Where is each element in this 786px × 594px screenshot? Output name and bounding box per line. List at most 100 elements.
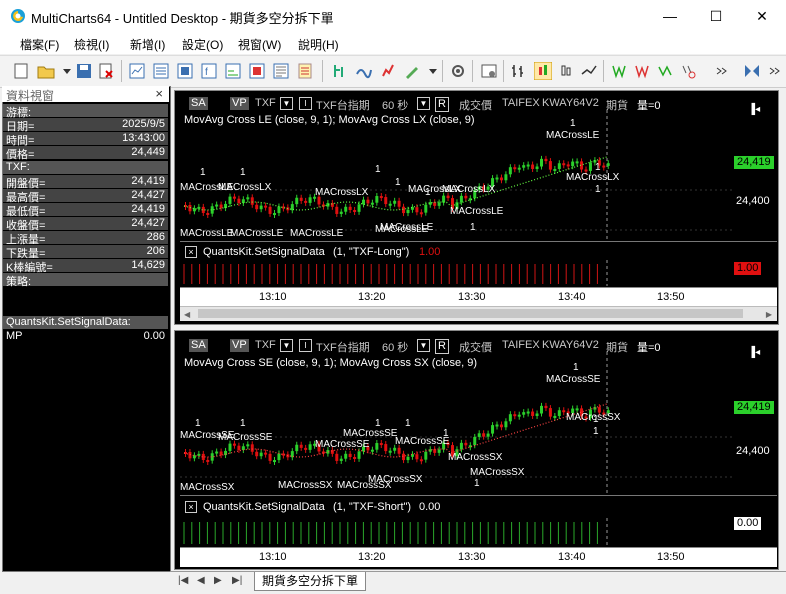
candle-body bbox=[548, 408, 552, 417]
signal-label: 1 bbox=[570, 118, 576, 129]
symbol-label: TXF bbox=[255, 339, 276, 351]
format-settings-icon[interactable] bbox=[449, 62, 467, 80]
indicator-close-icon[interactable]: × bbox=[185, 246, 197, 258]
hollow-candle-icon[interactable] bbox=[557, 62, 575, 80]
quote-manager-icon[interactable] bbox=[248, 62, 266, 80]
candle-body bbox=[562, 410, 566, 413]
instrument-info-icon[interactable]: I bbox=[299, 97, 312, 110]
menu-file[interactable]: 檔案(F) bbox=[20, 36, 59, 53]
maximize-button[interactable]: ☐ bbox=[693, 0, 739, 32]
indicator-close-icon[interactable]: × bbox=[185, 501, 197, 513]
minimize-button[interactable]: — bbox=[647, 0, 693, 32]
candle-body bbox=[486, 433, 490, 437]
next-sheet-icon[interactable]: ▶ bbox=[214, 575, 222, 586]
scanner-window-icon[interactable] bbox=[152, 62, 170, 80]
horizontal-scrollbar[interactable]: ◀ ▶ bbox=[180, 306, 777, 321]
bar-chart-type-icon[interactable] bbox=[510, 62, 528, 80]
symbol-dropdown-icon[interactable]: ▼ bbox=[280, 339, 293, 352]
indicator-histogram-short bbox=[183, 518, 608, 546]
time-tick: 13:10 bbox=[259, 551, 287, 563]
dom-window-icon[interactable] bbox=[176, 62, 194, 80]
signal-label: MACrossSX bbox=[368, 474, 423, 485]
candle-body bbox=[522, 165, 526, 168]
signal-label: MACrossSE bbox=[546, 374, 601, 385]
zoom-out-icon[interactable] bbox=[633, 62, 651, 80]
save-icon[interactable] bbox=[75, 62, 93, 80]
close-window-button[interactable]: ✕ bbox=[739, 0, 785, 32]
first-sheet-icon[interactable]: |◀ bbox=[178, 575, 188, 586]
interval-dropdown-icon[interactable]: ▼ bbox=[417, 339, 430, 352]
formula-icon[interactable]: f bbox=[200, 62, 218, 80]
insert-signal-icon[interactable] bbox=[379, 62, 397, 80]
notes-icon[interactable] bbox=[296, 62, 314, 80]
toolbar-overflow-icon[interactable] bbox=[713, 62, 731, 80]
candle-body bbox=[606, 163, 610, 166]
dropdown-arrow-icon[interactable] bbox=[58, 62, 76, 80]
data-window-close-button[interactable]: × bbox=[155, 86, 163, 101]
open-folder-icon[interactable] bbox=[37, 62, 55, 80]
subpane-divider bbox=[180, 495, 777, 496]
vp-button[interactable]: VP bbox=[230, 97, 249, 110]
scroll-left-icon[interactable]: ◀ bbox=[184, 310, 190, 319]
interval-dropdown-icon[interactable]: ▼ bbox=[417, 97, 430, 110]
insert-indicator-icon[interactable] bbox=[355, 62, 373, 80]
indicator-histogram-long bbox=[183, 260, 608, 286]
time-tick: 13:40 bbox=[558, 291, 586, 303]
candle-body bbox=[197, 206, 201, 209]
candle-body bbox=[437, 202, 441, 206]
candle-body bbox=[540, 158, 543, 167]
signal-label: MACrossLE bbox=[290, 228, 344, 239]
signal-label: 1 bbox=[425, 187, 431, 198]
indicator-params: (1, "TXF-Short") bbox=[333, 501, 412, 513]
candle-body bbox=[393, 200, 397, 204]
candle-body bbox=[308, 444, 312, 450]
scrollbar-thumb[interactable] bbox=[198, 309, 743, 318]
signal-label: 1 bbox=[405, 418, 411, 429]
sa-button[interactable]: SA bbox=[189, 97, 208, 110]
candle-body bbox=[424, 451, 428, 460]
candlestick-type-icon[interactable] bbox=[534, 62, 552, 80]
candle-body bbox=[295, 197, 299, 205]
candle-body bbox=[362, 199, 365, 205]
report-icon[interactable] bbox=[272, 62, 290, 80]
scroll-right-icon[interactable]: ▶ bbox=[766, 310, 772, 319]
zoom-in-icon[interactable] bbox=[610, 62, 628, 80]
candle-body bbox=[557, 163, 561, 169]
menu-window[interactable]: 視窗(W) bbox=[238, 36, 281, 53]
sheet-tab[interactable]: 期貨多空分拆下單 bbox=[254, 572, 366, 591]
price-chart-short[interactable]: 1MACrossSE1MACrossSE1MACrossSE1MACrossSE… bbox=[180, 352, 777, 494]
bar-spacing-icon[interactable] bbox=[656, 62, 674, 80]
drawing-tool-icon[interactable] bbox=[403, 62, 421, 80]
menu-settings[interactable]: 設定(O) bbox=[182, 36, 223, 53]
split-view-icon[interactable] bbox=[743, 62, 761, 80]
drawing-dropdown-icon[interactable] bbox=[424, 62, 442, 80]
menu-view[interactable]: 檢視(I) bbox=[74, 36, 109, 53]
menu-help[interactable]: 說明(H) bbox=[298, 36, 339, 53]
vp-button[interactable]: VP bbox=[230, 339, 249, 352]
indicator-value: 1.00 bbox=[419, 246, 441, 258]
candle-body bbox=[553, 415, 557, 418]
last-price-tag: 24,419 bbox=[734, 401, 774, 414]
signal-label: MACrossSX bbox=[566, 412, 621, 423]
line-chart-type-icon[interactable] bbox=[580, 62, 598, 80]
chart-window-icon[interactable] bbox=[128, 62, 146, 80]
clear-drawings-icon[interactable] bbox=[679, 62, 697, 80]
price-chart-long[interactable]: 1MACrossLE1MACrossLX1MACrossLX1MACrossLX… bbox=[180, 110, 777, 240]
candle-body bbox=[277, 206, 281, 214]
menu-new[interactable]: 新增(I) bbox=[130, 36, 165, 53]
candle-body bbox=[442, 195, 446, 203]
symbol-dropdown-icon[interactable]: ▼ bbox=[280, 97, 293, 110]
prev-sheet-icon[interactable]: ◀ bbox=[197, 575, 205, 586]
close-doc-icon[interactable] bbox=[97, 62, 115, 80]
symbol-label: TXF bbox=[255, 97, 276, 109]
last-sheet-icon[interactable]: ▶| bbox=[232, 575, 242, 586]
instrument-info-icon[interactable]: I bbox=[299, 339, 312, 352]
sa-button[interactable]: SA bbox=[189, 339, 208, 352]
signal-label: 1 bbox=[593, 426, 599, 437]
new-file-icon[interactable] bbox=[12, 62, 30, 80]
candle-body bbox=[219, 451, 223, 456]
insert-instrument-icon[interactable] bbox=[331, 62, 349, 80]
toolbar-overflow-right-icon[interactable] bbox=[766, 62, 784, 80]
sheet-settings-icon[interactable] bbox=[480, 62, 498, 80]
portfolio-icon[interactable] bbox=[224, 62, 242, 80]
